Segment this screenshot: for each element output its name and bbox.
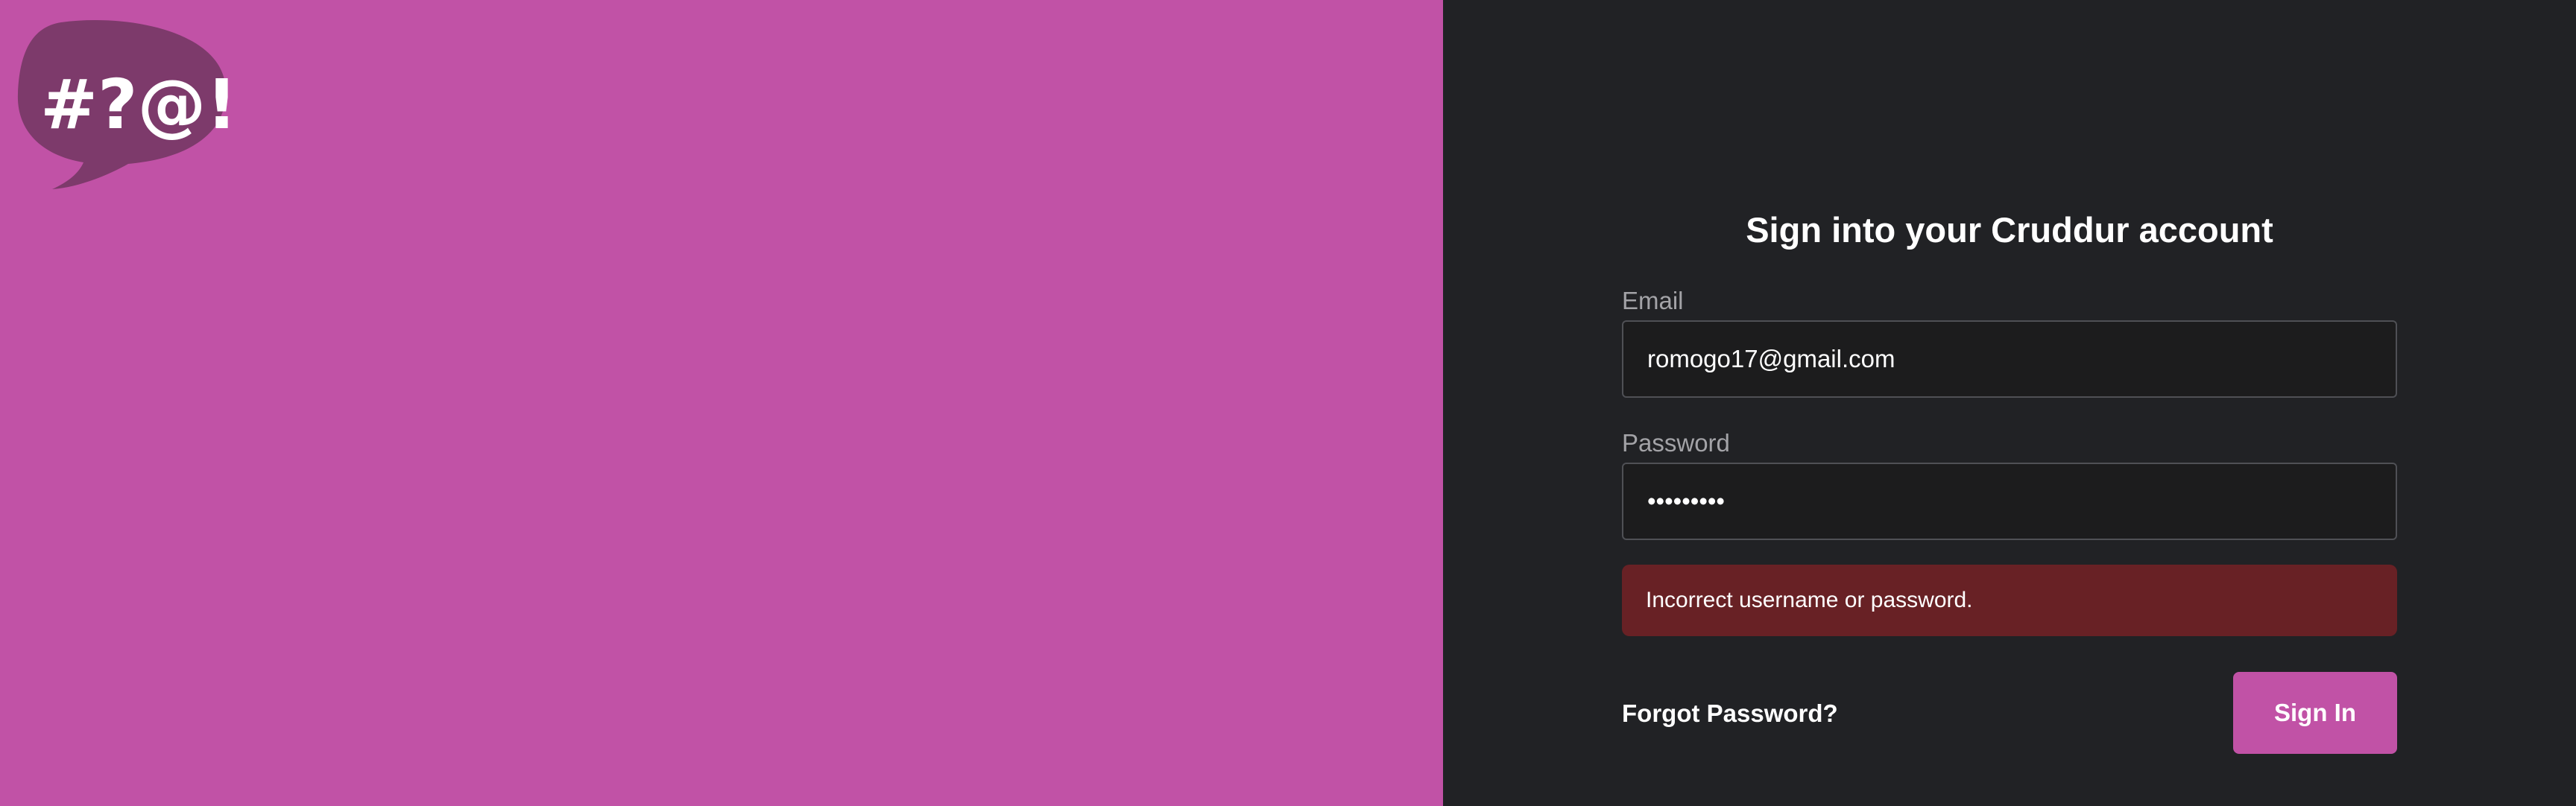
svg-text:#?@!: #?@! (40, 65, 230, 145)
brand-panel: #?@! (0, 0, 1443, 806)
email-label: Email (1622, 287, 1684, 314)
page-title: Sign into your Cruddur account (1746, 210, 2273, 250)
login-panel: Sign into your Cruddur account Email rom… (1443, 0, 2576, 806)
password-field[interactable]: ••••••••• (1622, 463, 2397, 540)
speech-bubble-logo-icon: #?@! (16, 16, 230, 192)
email-field[interactable]: romogo17@gmail.com (1622, 320, 2397, 398)
sign-in-button[interactable]: Sign In (2233, 672, 2397, 754)
error-alert: Incorrect username or password. (1622, 565, 2397, 636)
password-label: Password (1622, 429, 1730, 457)
forgot-password-link[interactable]: Forgot Password? (1622, 696, 1838, 731)
